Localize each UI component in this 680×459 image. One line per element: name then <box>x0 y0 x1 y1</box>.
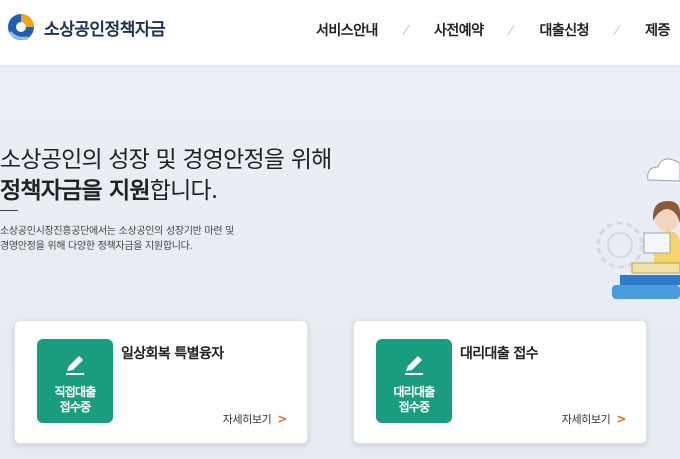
more-link-label: 자세히보기 <box>222 413 272 426</box>
nav-separator: / <box>612 23 622 37</box>
hero-title-bold: 정책자금을 지원 <box>0 178 151 204</box>
site-logo[interactable]: 소상공인정책자금 <box>6 12 166 42</box>
more-link[interactable]: 자세히보기 > <box>222 411 288 427</box>
main-nav: 서비스안내 / 사전예약 / 대출신청 / 제증 <box>316 19 670 41</box>
chevron-right-icon: > <box>277 412 287 426</box>
hero-title-rest: 합니다. <box>149 178 218 204</box>
hero-title-line1: 소상공인의 성장 및 경영안정을 위해 <box>0 147 332 173</box>
badge-status: 접수중 <box>398 400 431 414</box>
logo-icon <box>8 14 34 40</box>
hero-description-line1: 소상공인시장진흥공단에서는 소상공인의 성장기반 마련 및 <box>0 226 235 237</box>
nav-item-service-guide[interactable]: 서비스안내 <box>316 20 378 40</box>
hero-title-line2: 정책자금을 지원합니다. <box>0 171 218 205</box>
more-link-label: 자세히보기 <box>561 413 611 426</box>
pencil-icon <box>66 356 84 375</box>
nav-item-certificates[interactable]: 제증 <box>645 20 670 40</box>
hero-divider <box>0 210 18 211</box>
nav-separator: / <box>401 23 411 37</box>
more-link[interactable]: 자세히보기 > <box>561 411 627 427</box>
hero-description-line2: 경영안정을 위해 다양한 정책자금을 지원합니다. <box>0 241 193 252</box>
site-header: 소상공인정책자금 서비스안내 / 사전예약 / 대출신청 / 제증 <box>0 0 680 66</box>
nav-separator: / <box>506 23 517 37</box>
chevron-right-icon: > <box>616 412 626 426</box>
pencil-icon <box>405 356 423 375</box>
nav-item-pre-reservation[interactable]: 사전예약 <box>434 20 484 40</box>
hero-illustration <box>596 158 680 299</box>
badge-status: 접수중 <box>59 400 92 414</box>
card-title: 대리대출 접수 <box>460 346 539 362</box>
loan-card-direct[interactable]: 직접대출 접수중 일상회복 특별융자 자세히보기 > <box>14 320 308 444</box>
logo-text: 소상공인정책자금 <box>44 19 166 40</box>
nav-item-loan-application[interactable]: 대출신청 <box>540 20 590 40</box>
status-badge: 대리대출 접수중 <box>376 339 452 423</box>
card-title: 일상회복 특별융자 <box>121 346 224 362</box>
loan-card-agency[interactable]: 대리대출 접수중 대리대출 접수 자세히보기 > <box>353 320 647 444</box>
status-badge: 직접대출 접수중 <box>37 339 113 423</box>
